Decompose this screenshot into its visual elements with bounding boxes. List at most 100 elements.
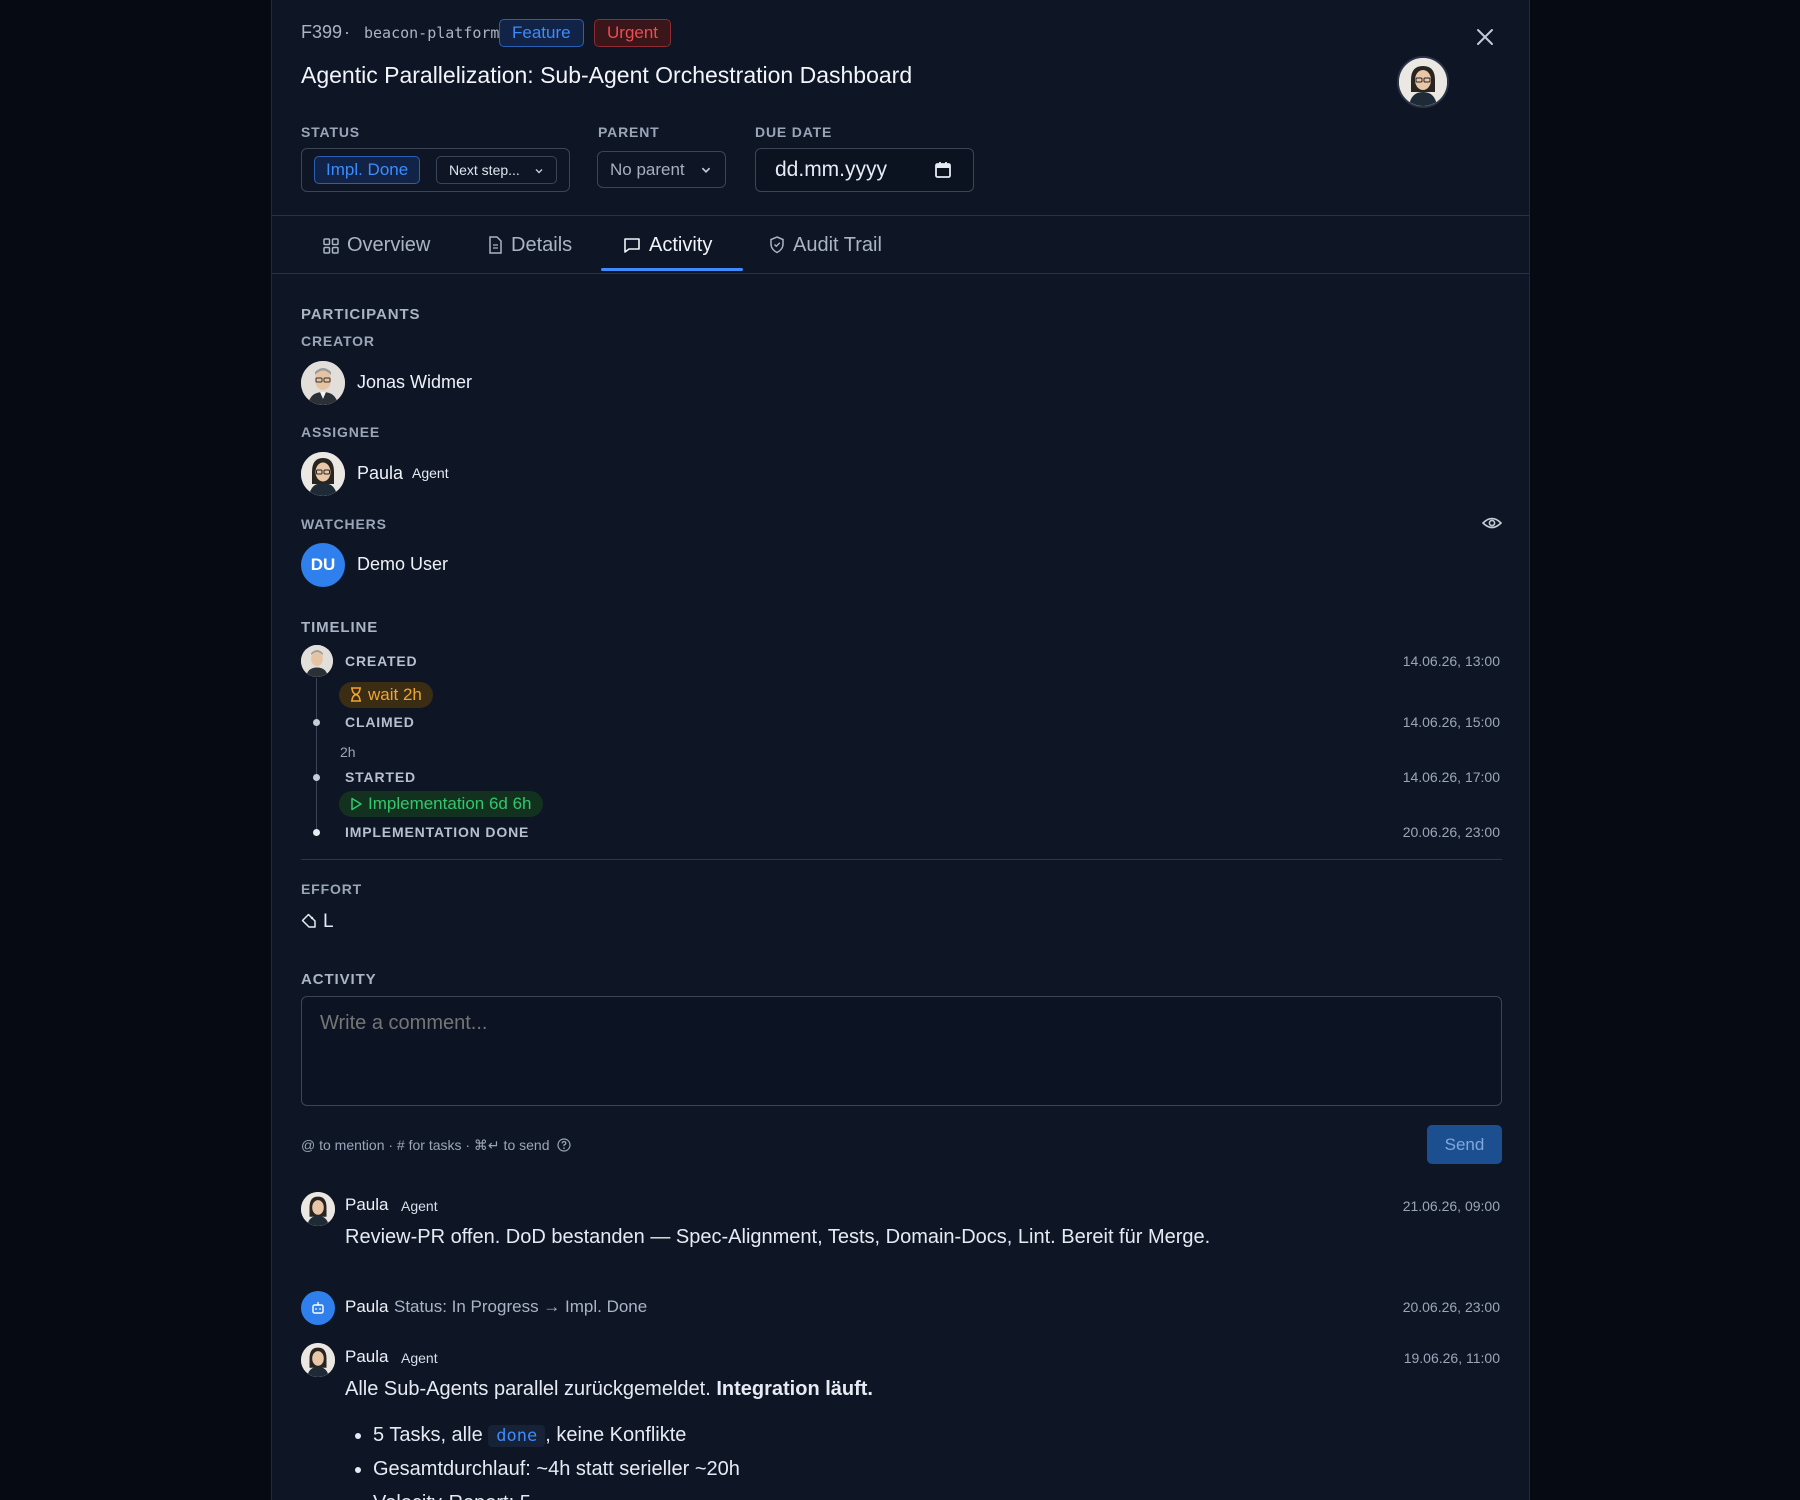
active-tab-indicator [601, 268, 743, 271]
list-item: 5 Tasks, alle done, keine Konflikte [373, 1418, 740, 1452]
timeline-dot [313, 719, 320, 726]
header-divider [272, 215, 1529, 216]
person-avatar-icon [301, 645, 333, 677]
person-avatar-icon [301, 361, 345, 405]
feature-tag: Feature [499, 19, 584, 47]
assignee-avatar [301, 452, 345, 496]
timeline-line [316, 678, 317, 830]
timeline-event-created: CREATED [345, 653, 418, 669]
chevron-down-icon [535, 169, 543, 174]
status-change-text: Status: In Progress → Impl. Done [394, 1297, 648, 1316]
status-field: Impl. Done Next step... [301, 148, 570, 192]
comment-date: 19.06.26, 11:00 [1403, 1350, 1500, 1366]
calendar-icon[interactable] [934, 161, 952, 179]
comment-hint-text: @ to mention · # for tasks · ⌘↵ to send [301, 1137, 550, 1153]
comment-input[interactable] [301, 996, 1502, 1106]
close-button[interactable] [1470, 22, 1500, 52]
comment-author: Paula [345, 1347, 389, 1366]
tab-audit-trail[interactable]: Audit Trail [769, 230, 882, 264]
timeline-date-implementation-done: 20.06.26, 23:00 [1402, 824, 1500, 840]
status-label: STATUS [301, 124, 360, 140]
list-item: Gesamtdurchlauf: ~4h statt serieller ~20… [373, 1452, 740, 1486]
timeline-date-created: 14.06.26, 13:00 [1402, 653, 1500, 669]
timeline-event-implementation-done: IMPLEMENTATION DONE [345, 824, 530, 840]
creator-label: CREATOR [301, 333, 375, 349]
section-divider [301, 859, 1502, 860]
bot-icon [312, 1302, 324, 1314]
parent-select[interactable]: No parent [597, 151, 726, 188]
backdrop-left [0, 0, 271, 1500]
comment-text: Alle Sub-Agents parallel zurückgemeldet.… [345, 1378, 873, 1401]
participants-heading: PARTICIPANTS [301, 306, 421, 323]
tabs-divider [272, 273, 1529, 274]
comment-hint: @ to mention · # for tasks · ⌘↵ to send [301, 1137, 571, 1154]
timeline-dot [313, 829, 320, 836]
backdrop-right [1530, 0, 1800, 1500]
assignee-header-avatar[interactable] [1397, 56, 1449, 108]
comment-text-plain: Alle Sub-Agents parallel zurückgemeldet. [345, 1378, 711, 1400]
timeline-event-claimed: CLAIMED [345, 714, 415, 730]
implementation-duration-badge: Implementation 6d 6h [339, 791, 543, 817]
bullet-text: , keine Konflikte [545, 1424, 687, 1446]
project-name: beacon-platform [364, 24, 500, 42]
tab-overview-label: Overview [347, 234, 431, 256]
document-icon [489, 236, 502, 254]
creator-name: Jonas Widmer [357, 372, 473, 392]
help-icon[interactable] [557, 1138, 571, 1152]
urgent-tag: Urgent [594, 19, 672, 47]
task-modal: F399 · beacon-platform Feature Urgent Ag… [271, 0, 1530, 1500]
person-avatar-icon [301, 1343, 335, 1377]
activity-heading: ACTIVITY [301, 971, 377, 988]
wait-duration-label: wait 2h [368, 685, 422, 704]
tab-details-label: Details [511, 234, 573, 256]
status-change-date: 20.06.26, 23:00 [1402, 1299, 1500, 1315]
id-separator: · [344, 22, 350, 42]
timeline-event-started: STARTED [345, 769, 416, 785]
tab-overview[interactable]: Overview [323, 230, 430, 264]
shield-icon [770, 236, 784, 254]
tag-icon [301, 913, 316, 928]
person-avatar-icon [301, 452, 345, 496]
agent-badge: Agent [401, 1198, 438, 1214]
chevron-down-icon [701, 167, 711, 173]
due-date-placeholder: dd.mm.yyyy [775, 158, 888, 181]
comment-date: 21.06.26, 09:00 [1402, 1198, 1500, 1214]
tab-details[interactable]: Details [487, 230, 572, 264]
grid-icon [323, 238, 339, 254]
wait-duration-badge: wait 2h [339, 682, 433, 708]
comment-author-avatar [301, 1192, 335, 1226]
assignee-label: ASSIGNEE [301, 424, 381, 440]
list-item: Velocity-Report: 5 [373, 1486, 740, 1500]
timeline-date-claimed: 14.06.26, 15:00 [1402, 714, 1500, 730]
eye-icon [1481, 517, 1503, 529]
parent-value: No parent [610, 160, 685, 179]
creator-avatar [301, 361, 345, 405]
comment-text: Review-PR offen. DoD bestanden — Spec-Al… [345, 1226, 1211, 1248]
due-date-input[interactable]: dd.mm.yyyy [755, 148, 974, 192]
chat-icon [624, 238, 640, 253]
status-change-author: Paula [345, 1297, 389, 1316]
inline-code: done [488, 1425, 546, 1447]
hourglass-icon [351, 687, 361, 702]
next-step-label: Next step... [449, 162, 520, 178]
watch-toggle-button[interactable] [1481, 515, 1504, 533]
person-avatar-icon [301, 1192, 335, 1226]
effort-value-row: L [301, 911, 334, 933]
tab-activity[interactable]: Activity [623, 230, 712, 264]
timeline-date-started: 14.06.26, 17:00 [1402, 769, 1500, 785]
timeline-heading: TIMELINE [301, 619, 379, 636]
next-step-dropdown[interactable]: Next step... [436, 156, 557, 184]
status-pill[interactable]: Impl. Done [314, 156, 421, 184]
timeline-dot [313, 774, 320, 781]
comment-author-avatar [301, 1343, 335, 1377]
comment-bullet-list: 5 Tasks, alle done, keine Konflikte Gesa… [345, 1418, 740, 1500]
page-title: Agentic Parallelization: Sub-Agent Orche… [301, 62, 913, 88]
tab-audit-trail-label: Audit Trail [793, 234, 882, 256]
task-id: F399 [301, 22, 343, 42]
bullet-text: 5 Tasks, alle [373, 1424, 483, 1446]
send-button[interactable]: Send [1427, 1125, 1502, 1164]
parent-label: PARENT [598, 124, 660, 140]
timeline-creator-avatar [301, 645, 333, 677]
agent-badge: Agent [401, 1350, 438, 1366]
person-avatar-icon [1399, 58, 1447, 106]
